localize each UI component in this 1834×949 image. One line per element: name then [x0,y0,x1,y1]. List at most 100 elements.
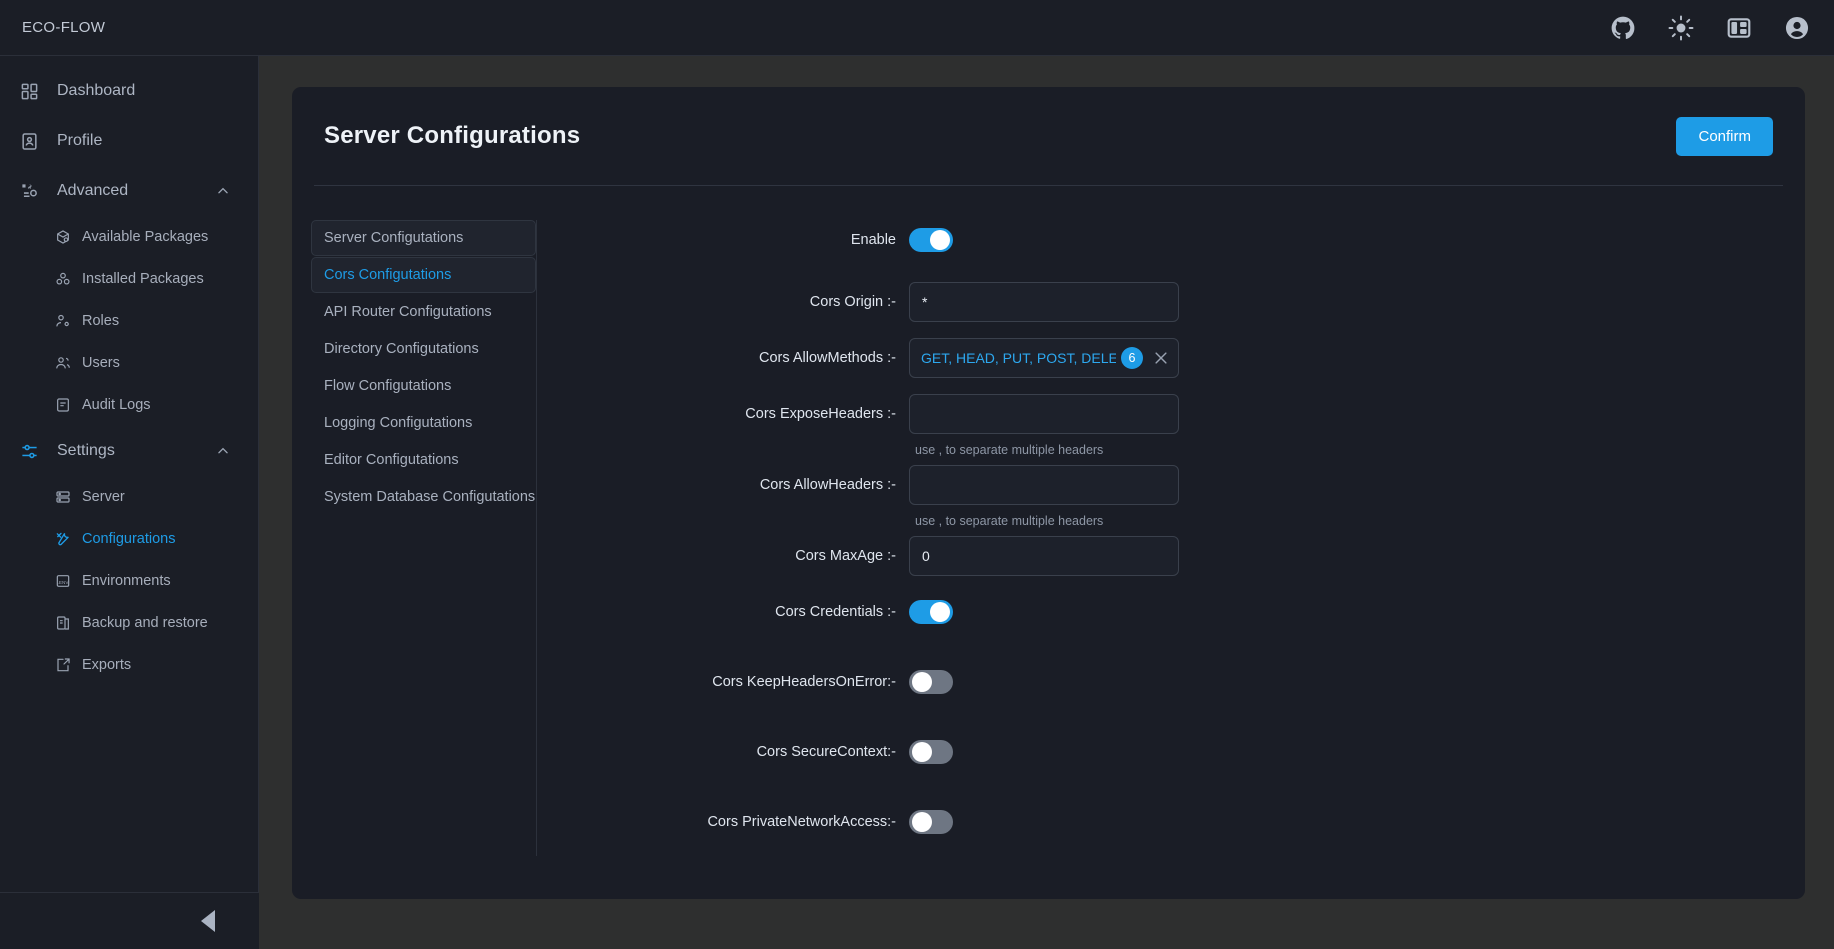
cors-expose-headers-control: use , to separate multiple headers [909,394,1179,457]
toggle-knob [912,812,932,832]
cors-expose-headers-input[interactable] [909,394,1179,434]
card-body: Server Configutations Cors Configutation… [292,186,1805,856]
sidebar-item-users[interactable]: Users [0,342,258,384]
dashboard-grid-icon [20,82,39,101]
enable-toggle[interactable] [909,228,953,252]
tab-logging-configurations[interactable]: Logging Configutations [311,405,536,441]
tab-api-router-configurations[interactable]: API Router Configutations [311,294,536,330]
sidebar-item-configurations[interactable]: Configurations [0,518,258,560]
cors-origin-control: * [909,282,1179,322]
confirm-button[interactable]: Confirm [1676,116,1773,156]
cors-private-network-access-toggle[interactable] [909,810,953,834]
sidebar-item-label: Audit Logs [82,397,151,413]
enable-control [909,220,1179,252]
tab-directory-configurations[interactable]: Directory Configutations [311,331,536,367]
sidebar-item-label: Environments [82,573,171,589]
sidebar-item-label: Dashboard [57,82,136,99]
tab-editor-configurations[interactable]: Editor Configutations [311,442,536,478]
chevron-up-icon[interactable] [216,184,230,198]
cors-secure-context-toggle[interactable] [909,740,953,764]
sidebar-group-advanced[interactable]: Advanced [0,166,258,216]
sidebar-item-label: Backup and restore [82,615,208,631]
cors-allow-methods-control: GET, HEAD, PUT, POST, DELETE, PA... 6 [909,338,1179,378]
tools-wrench-icon [55,531,71,547]
toggle-knob [912,672,932,692]
sidebar-item-exports[interactable]: Exports [0,644,258,686]
configurations-card: Server Configurations Confirm Server Con… [292,87,1805,899]
cors-origin-input[interactable]: * [909,282,1179,322]
sidebar-item-installed-packages[interactable]: Installed Packages [0,258,258,300]
tab-flow-configurations[interactable]: Flow Configutations [311,368,536,404]
tab-label: Flow Configutations [324,378,452,394]
tab-label: Editor Configutations [324,452,459,468]
export-icon [55,657,71,673]
cors-keep-headers-on-error-label: Cors KeepHeadersOnError:- [712,674,896,690]
top-bar: ECO-FLOW [0,0,1834,56]
cors-allow-methods-label: Cors AllowMethods :- [759,350,896,366]
sidebar-item-label: Server [82,489,125,505]
sidebar-item-backup-and-restore[interactable]: Backup and restore [0,602,258,644]
toggle-knob [912,742,932,762]
cors-allow-headers-control: use , to separate multiple headers [909,465,1179,528]
sun-icon[interactable] [1668,15,1694,41]
field-row-cors-origin: Cors Origin :- * [579,282,1805,322]
cors-allow-methods-count-badge: 6 [1121,347,1143,369]
account-avatar-icon[interactable] [1784,15,1810,41]
env-file-icon: .ENV [55,573,71,589]
field-row-cors-allow-headers: Cors AllowHeaders :- use , to separate m… [579,465,1805,528]
sidebar-item-roles[interactable]: Roles [0,300,258,342]
cors-max-age-input[interactable]: 0 [909,536,1179,576]
sidebar-item-dashboard[interactable]: Dashboard [0,66,258,116]
cors-configuration-form: Enable Cors Origin :- * Cors AllowMethod… [537,220,1805,856]
sidebar-collapse-button[interactable] [0,892,259,949]
sidebar-item-label: Users [82,355,120,371]
cors-keep-headers-on-error-toggle[interactable] [909,670,953,694]
toggle-knob [930,230,950,250]
field-row-cors-private-network-access: Cors PrivateNetworkAccess:- [579,802,1805,842]
sidebar-item-audit-logs[interactable]: Audit Logs [0,384,258,426]
sidebar-item-profile[interactable]: Profile [0,116,258,166]
field-row-cors-keep-headers-on-error: Cors KeepHeadersOnError:- [579,662,1805,702]
cors-credentials-toggle[interactable] [909,600,953,624]
cors-allow-headers-hint: use , to separate multiple headers [915,514,1104,528]
sidebar: Dashboard Profile Advanced Available Pac… [0,56,259,892]
cors-credentials-label: Cors Credentials :- [775,604,896,620]
sidebar-item-environments[interactable]: .ENV Environments [0,560,258,602]
audit-log-icon [55,397,71,413]
role-user-icon [55,313,71,329]
sidebar-group-settings[interactable]: Settings [0,426,258,476]
tab-label: System Database Configutations [324,489,536,505]
advanced-gear-icon [20,182,39,201]
sidebar-item-label: Profile [57,132,103,149]
config-section-tabs: Server Configutations Cors Configutation… [311,220,537,856]
cors-allow-headers-input[interactable] [909,465,1179,505]
clear-x-icon[interactable] [1152,349,1170,367]
app-brand: ECO-FLOW [22,19,106,36]
page-title: Server Configurations [324,122,581,149]
sidebar-item-server[interactable]: Server [0,476,258,518]
layout-panel-icon[interactable] [1726,15,1752,41]
tab-label: Cors Configutations [324,267,452,283]
cors-private-network-access-label: Cors PrivateNetworkAccess:- [707,814,896,830]
field-row-cors-secure-context: Cors SecureContext:- [579,732,1805,772]
github-icon[interactable] [1610,15,1636,41]
collapse-left-arrow-icon [201,910,215,932]
sidebar-item-label: Installed Packages [82,271,204,287]
cors-secure-context-label: Cors SecureContext:- [756,744,896,760]
sidebar-item-label: Roles [82,313,120,329]
chevron-up-icon[interactable] [216,444,230,458]
cors-keep-headers-on-error-control [909,662,1179,694]
packages-stack-icon [55,271,71,287]
profile-card-icon [20,132,39,151]
cors-allow-methods-select[interactable]: GET, HEAD, PUT, POST, DELETE, PA... 6 [909,338,1179,378]
tab-cors-configurations[interactable]: Cors Configutations [311,257,536,293]
main-content-area: Server Configurations Confirm Server Con… [259,56,1834,949]
tab-system-database-configurations[interactable]: System Database Configutations [311,479,536,515]
backup-icon [55,615,71,631]
cors-private-network-access-control [909,802,1179,834]
cors-allow-methods-value: GET, HEAD, PUT, POST, DELETE, PA... [921,350,1116,366]
tab-server-configurations[interactable]: Server Configutations [311,220,536,256]
sidebar-item-available-packages[interactable]: Available Packages [0,216,258,258]
tab-label: Directory Configutations [324,341,479,357]
field-row-enable: Enable [579,220,1805,260]
